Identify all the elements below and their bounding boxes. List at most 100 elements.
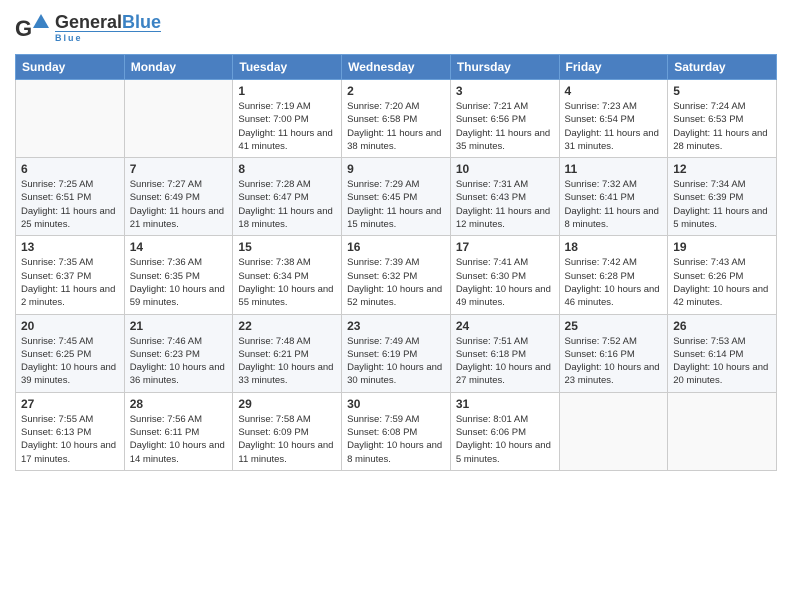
sunset-text: Sunset: 6:47 PM bbox=[238, 191, 336, 204]
calendar-cell: 9Sunrise: 7:29 AMSunset: 6:45 PMDaylight… bbox=[342, 158, 451, 236]
calendar-cell bbox=[559, 392, 668, 470]
weekday-header: Sunday bbox=[16, 55, 125, 80]
sunrise-text: Sunrise: 7:38 AM bbox=[238, 256, 336, 269]
day-number: 29 bbox=[238, 397, 336, 411]
calendar-cell: 5Sunrise: 7:24 AMSunset: 6:53 PMDaylight… bbox=[668, 80, 777, 158]
day-info: Sunrise: 7:45 AMSunset: 6:25 PMDaylight:… bbox=[21, 335, 119, 388]
daylight-text: Daylight: 10 hours and 33 minutes. bbox=[238, 361, 336, 388]
sunset-text: Sunset: 6:39 PM bbox=[673, 191, 771, 204]
daylight-text: Daylight: 11 hours and 38 minutes. bbox=[347, 127, 445, 154]
sunrise-text: Sunrise: 7:45 AM bbox=[21, 335, 119, 348]
sunset-text: Sunset: 6:11 PM bbox=[130, 426, 228, 439]
calendar-cell: 1Sunrise: 7:19 AMSunset: 7:00 PMDaylight… bbox=[233, 80, 342, 158]
calendar-cell: 10Sunrise: 7:31 AMSunset: 6:43 PMDayligh… bbox=[450, 158, 559, 236]
daylight-text: Daylight: 11 hours and 41 minutes. bbox=[238, 127, 336, 154]
daylight-text: Daylight: 11 hours and 25 minutes. bbox=[21, 205, 119, 232]
calendar-cell: 4Sunrise: 7:23 AMSunset: 6:54 PMDaylight… bbox=[559, 80, 668, 158]
sunrise-text: Sunrise: 7:36 AM bbox=[130, 256, 228, 269]
calendar-cell: 2 Sunrise: 7:20 AMSunset: 6:58 PMDaylight… bbox=[342, 80, 451, 158]
daylight-text: Daylight: 11 hours and 2 minutes. bbox=[21, 283, 119, 310]
day-number: 2 bbox=[347, 84, 445, 98]
day-info: Sunrise: 7:35 AMSunset: 6:37 PMDaylight:… bbox=[21, 256, 119, 309]
day-number: 4 bbox=[565, 84, 663, 98]
day-info: Sunrise: 7:20 AMSunset: 6:58 PMDaylight:… bbox=[347, 100, 445, 153]
daylight-text: Daylight: 10 hours and 11 minutes. bbox=[238, 439, 336, 466]
day-info: Sunrise: 7:21 AMSunset: 6:56 PMDaylight:… bbox=[456, 100, 554, 153]
sunrise-text: Sunrise: 7:35 AM bbox=[21, 256, 119, 269]
calendar-cell: 6Sunrise: 7:25 AMSunset: 6:51 PMDaylight… bbox=[16, 158, 125, 236]
logo: G GeneralBlue Blue bbox=[15, 10, 161, 46]
day-number: 18 bbox=[565, 240, 663, 254]
day-info: Sunrise: 7:46 AMSunset: 6:23 PMDaylight:… bbox=[130, 335, 228, 388]
daylight-text: Daylight: 10 hours and 39 minutes. bbox=[21, 361, 119, 388]
daylight-text: Daylight: 10 hours and 52 minutes. bbox=[347, 283, 445, 310]
daylight-text: Daylight: 11 hours and 18 minutes. bbox=[238, 205, 336, 232]
sunset-text: Sunset: 6:45 PM bbox=[347, 191, 445, 204]
calendar-table: SundayMondayTuesdayWednesdayThursdayFrid… bbox=[15, 54, 777, 471]
day-number: 26 bbox=[673, 319, 771, 333]
sunrise-text: Sunrise: 7:51 AM bbox=[456, 335, 554, 348]
calendar-cell bbox=[668, 392, 777, 470]
sunrise-text: Sunrise: 7:25 AM bbox=[21, 178, 119, 191]
sunset-text: Sunset: 6:28 PM bbox=[565, 270, 663, 283]
daylight-text: Daylight: 10 hours and 46 minutes. bbox=[565, 283, 663, 310]
logo-general: GeneralBlue bbox=[55, 13, 161, 31]
calendar-cell: 22Sunrise: 7:48 AMSunset: 6:21 PMDayligh… bbox=[233, 314, 342, 392]
sunset-text: Sunset: 6:41 PM bbox=[565, 191, 663, 204]
day-info: Sunrise: 7:38 AMSunset: 6:34 PMDaylight:… bbox=[238, 256, 336, 309]
sunrise-text: Sunrise: 7:21 AM bbox=[456, 100, 554, 113]
sunrise-text: Sunrise: 7:49 AM bbox=[347, 335, 445, 348]
sunrise-text: Sunrise: 7:29 AM bbox=[347, 178, 445, 191]
sunrise-text: Sunrise: 7:52 AM bbox=[565, 335, 663, 348]
day-number: 20 bbox=[21, 319, 119, 333]
day-info: Sunrise: 7:56 AMSunset: 6:11 PMDaylight:… bbox=[130, 413, 228, 466]
sunset-text: Sunset: 6:08 PM bbox=[347, 426, 445, 439]
day-info: Sunrise: 7:59 AMSunset: 6:08 PMDaylight:… bbox=[347, 413, 445, 466]
day-number: 17 bbox=[456, 240, 554, 254]
calendar-cell: 17Sunrise: 7:41 AMSunset: 6:30 PMDayligh… bbox=[450, 236, 559, 314]
day-number: 30 bbox=[347, 397, 445, 411]
day-info: Sunrise: 7:34 AMSunset: 6:39 PMDaylight:… bbox=[673, 178, 771, 231]
sunrise-text: Sunrise: 7:42 AM bbox=[565, 256, 663, 269]
calendar-cell: 19Sunrise: 7:43 AMSunset: 6:26 PMDayligh… bbox=[668, 236, 777, 314]
sunset-text: Sunset: 6:30 PM bbox=[456, 270, 554, 283]
sunset-text: Sunset: 6:34 PM bbox=[238, 270, 336, 283]
day-info: Sunrise: 7:19 AMSunset: 7:00 PMDaylight:… bbox=[238, 100, 336, 153]
calendar-week-row: 6Sunrise: 7:25 AMSunset: 6:51 PMDaylight… bbox=[16, 158, 777, 236]
daylight-text: Daylight: 10 hours and 14 minutes. bbox=[130, 439, 228, 466]
calendar-week-row: 20 Sunrise: 7:45 AMSunset: 6:25 PMDayligh… bbox=[16, 314, 777, 392]
sunset-text: Sunset: 6:58 PM bbox=[347, 113, 445, 126]
logo-text-block: GeneralBlue Blue bbox=[55, 13, 161, 43]
calendar-cell: 25Sunrise: 7:52 AMSunset: 6:16 PMDayligh… bbox=[559, 314, 668, 392]
sunrise-text: Sunrise: 8:01 AM bbox=[456, 413, 554, 426]
sunrise-text: Sunrise: 7:27 AM bbox=[130, 178, 228, 191]
day-number: 6 bbox=[21, 162, 119, 176]
sunset-text: Sunset: 6:23 PM bbox=[130, 348, 228, 361]
daylight-text: Daylight: 10 hours and 27 minutes. bbox=[456, 361, 554, 388]
sunset-text: Sunset: 6:49 PM bbox=[130, 191, 228, 204]
calendar-cell: 12Sunrise: 7:34 AMSunset: 6:39 PMDayligh… bbox=[668, 158, 777, 236]
sunrise-text: Sunrise: 7:39 AM bbox=[347, 256, 445, 269]
calendar-week-row: 1Sunrise: 7:19 AMSunset: 7:00 PMDaylight… bbox=[16, 80, 777, 158]
weekday-header: Saturday bbox=[668, 55, 777, 80]
day-number: 31 bbox=[456, 397, 554, 411]
sunset-text: Sunset: 6:18 PM bbox=[456, 348, 554, 361]
calendar-cell bbox=[124, 80, 233, 158]
daylight-text: Daylight: 11 hours and 21 minutes. bbox=[130, 205, 228, 232]
calendar-cell: 27Sunrise: 7:55 AMSunset: 6:13 PMDayligh… bbox=[16, 392, 125, 470]
header: G GeneralBlue Blue bbox=[15, 10, 777, 46]
day-info: Sunrise: 7:29 AMSunset: 6:45 PMDaylight:… bbox=[347, 178, 445, 231]
sunset-text: Sunset: 6:35 PM bbox=[130, 270, 228, 283]
weekday-row: SundayMondayTuesdayWednesdayThursdayFrid… bbox=[16, 55, 777, 80]
daylight-text: Daylight: 10 hours and 49 minutes. bbox=[456, 283, 554, 310]
calendar-cell: 31Sunrise: 8:01 AMSunset: 6:06 PMDayligh… bbox=[450, 392, 559, 470]
calendar-cell: 3Sunrise: 7:21 AMSunset: 6:56 PMDaylight… bbox=[450, 80, 559, 158]
day-info: Sunrise: 7:51 AMSunset: 6:18 PMDaylight:… bbox=[456, 335, 554, 388]
daylight-text: Daylight: 10 hours and 42 minutes. bbox=[673, 283, 771, 310]
sunset-text: Sunset: 6:09 PM bbox=[238, 426, 336, 439]
day-info: Sunrise: 7:24 AMSunset: 6:53 PMDaylight:… bbox=[673, 100, 771, 153]
sunset-text: Sunset: 6:26 PM bbox=[673, 270, 771, 283]
calendar-cell bbox=[16, 80, 125, 158]
day-info: Sunrise: 7:49 AMSunset: 6:19 PMDaylight:… bbox=[347, 335, 445, 388]
day-info: Sunrise: 7:43 AMSunset: 6:26 PMDaylight:… bbox=[673, 256, 771, 309]
